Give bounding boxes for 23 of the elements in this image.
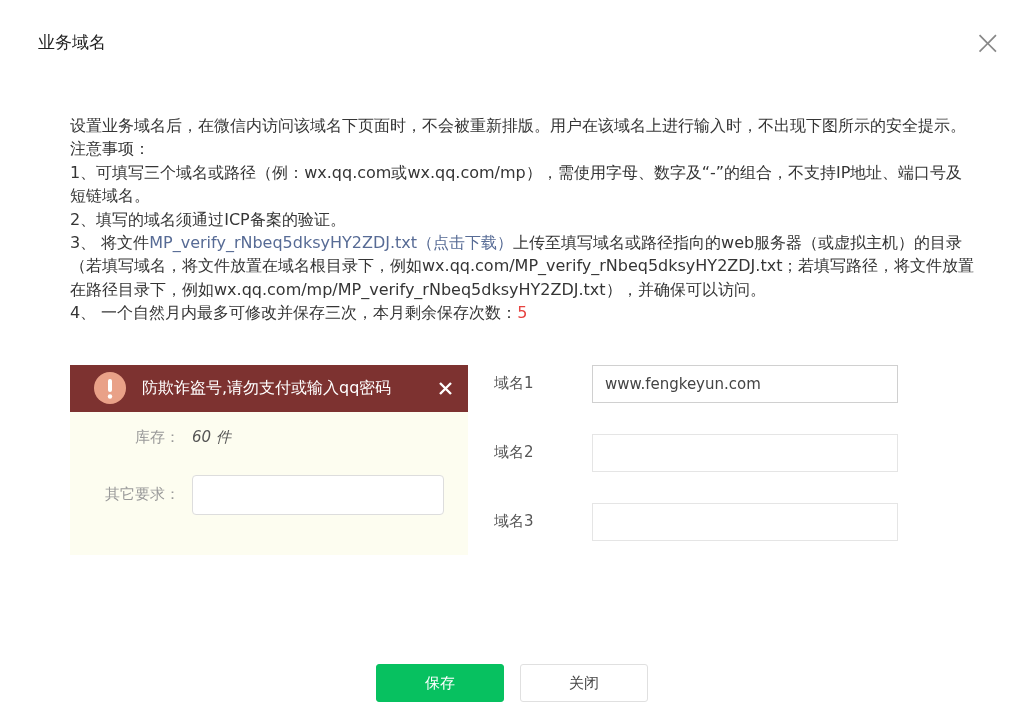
example-value: 60 件 [192,428,231,448]
close-button[interactable]: × [973,25,1002,59]
example-label: 其它要求： [104,485,180,505]
domain-input-field[interactable] [592,433,898,472]
domain-label: 域名1 [494,374,535,394]
close-icon [439,381,452,395]
intro-text: 设置业务域名后，在微信内访问该域名下页面时，不会被重新排版。用户在该域名上进行输入时，不出现下图所示的安全提示。 [70,115,967,137]
note-text: 3、 将文件MP_verify_rNbeq5dksyHY2ZDJ.txt（点击下载）上传至填写域名或路径指向的web服务器（或虚拟主机）的目录（若填写域名，将文件放置在域名根目录下，例如wx.qq.com/MP_verify_rNbeq5dksyHY2ZDJ.txt；若填写路径，将文件放置在路径目录下，例如wx.qq.com/mp/MP_verify_rNbeq5dksyHY2ZDJ.txt），并确保可以访问。 [70,232,976,301]
exclamation-icon [94,372,126,405]
domain-input-field[interactable] [592,502,898,541]
note-text: 2、填写的域名须通过ICP备案的验证。 [70,208,347,231]
domain-input-field[interactable]: www.fengkeyun.com [592,364,898,403]
download-link[interactable]: MP_verify_rNbeq5dksyHY2ZDJ.txt（点击下载） [149,233,514,253]
notes-heading: 注意事项： [70,138,151,161]
domain-label: 域名2 [494,443,535,463]
note-text: 1、可填写三个域名或路径（例：wx.qq.com或wx.qq.com/mp），需使用字母、数字及“-”的组合，不支持IP地址、端口号及短链域名。 [70,161,964,208]
domain-label: 域名3 [494,512,535,532]
warning-text: 防欺诈盗号,请勿支付或输入qq密码 [142,377,393,399]
dialog-title: 业务域名 [38,30,106,54]
example-label: 库存： [134,428,180,448]
note-text: 4、 一个自然月内最多可修改并保存三次，本月剩余保存次数：5 [70,302,529,325]
close-dialog-button[interactable]: 关闭 [520,664,648,702]
remaining-count: 5 [517,303,528,323]
